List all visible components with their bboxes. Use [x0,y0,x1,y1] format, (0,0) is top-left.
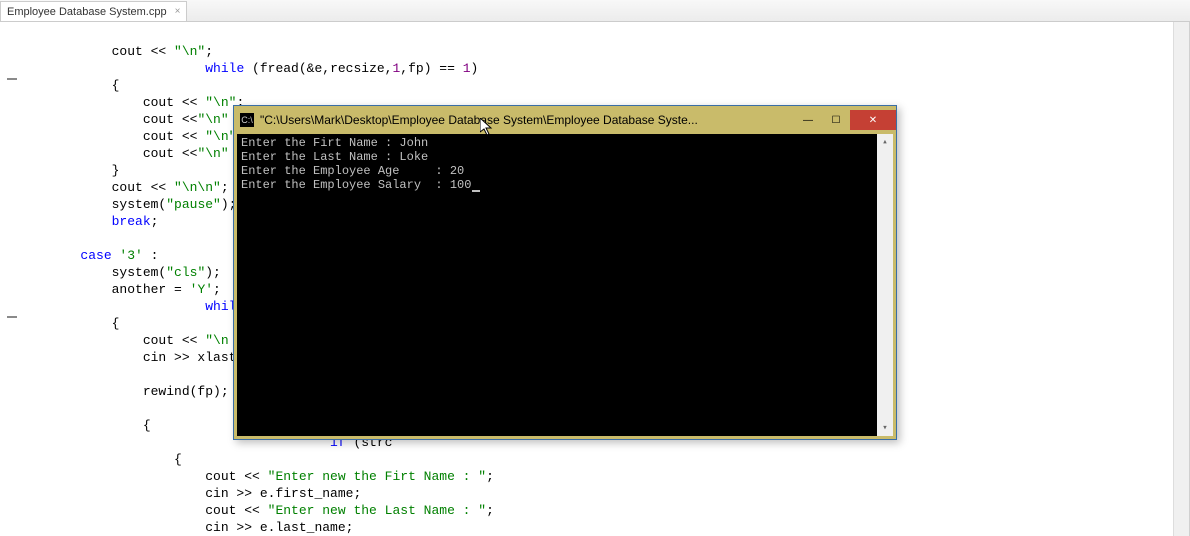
console-line: Enter the Employee Salary : 100 [241,178,889,192]
file-tab[interactable]: Employee Database System.cpp × [0,1,187,21]
console-title-bar[interactable]: C:\ "C:\Users\Mark\Desktop\Employee Data… [234,106,896,134]
file-tab-label: Employee Database System.cpp [7,6,167,18]
scroll-up-icon[interactable]: ▴ [877,134,893,150]
console-app-icon: C:\ [240,113,254,127]
cursor-icon [472,190,480,192]
console-line: Enter the Firt Name : John [241,136,889,150]
console-title: "C:\Users\Mark\Desktop\Employee Database… [260,113,794,127]
scroll-down-icon[interactable]: ▾ [877,420,893,436]
console-window: C:\ "C:\Users\Mark\Desktop\Employee Data… [233,105,897,440]
kw-while: while [112,61,245,76]
editor-scrollbar[interactable] [1173,22,1189,536]
fold-gutter [8,48,16,536]
console-line: Enter the Employee Age : 20 [241,164,889,178]
minimize-button[interactable]: — [794,110,822,130]
close-button[interactable]: ✕ [850,110,896,130]
close-tab-icon[interactable]: × [175,6,181,17]
maximize-button[interactable]: ☐ [822,110,850,130]
file-tab-bar: Employee Database System.cpp × [0,0,1190,22]
console-scrollbar[interactable]: ▴ ▾ [877,134,893,436]
console-line: Enter the Last Name : Loke [241,150,889,164]
console-output[interactable]: Enter the Firt Name : John Enter the Las… [237,134,893,436]
